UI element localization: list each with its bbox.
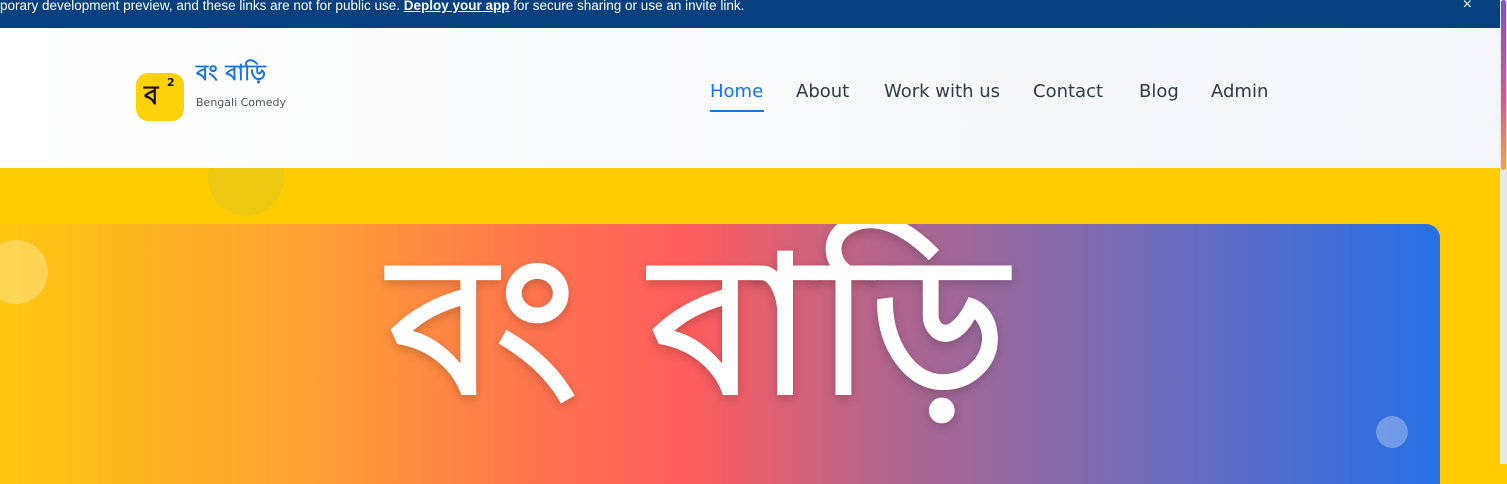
scrollbar-thumb[interactable] [1501, 0, 1506, 170]
decor-circle-right [1376, 416, 1408, 448]
deploy-app-link[interactable]: Deploy your app [404, 0, 510, 13]
nav-about[interactable]: About [796, 81, 849, 102]
main-nav: Home About Work with us Contact Blog Adm… [0, 81, 1500, 111]
banner-text-before: porary development preview, and these li… [0, 0, 404, 13]
banner-message: porary development preview, and these li… [0, 0, 744, 12]
page-scrollbar[interactable] [1500, 0, 1507, 464]
nav-work-with-us[interactable]: Work with us [884, 81, 1000, 102]
hero-title: বং বাড়ি [389, 224, 1011, 437]
nav-home[interactable]: Home [710, 81, 763, 102]
nav-active-indicator [710, 110, 764, 112]
nav-contact[interactable]: Contact [1033, 81, 1103, 102]
banner-text-after: for secure sharing or use an invite link… [509, 0, 745, 13]
hero-banner: বং বাড়ি [0, 224, 1440, 484]
preview-banner: porary development preview, and these li… [0, 0, 1500, 28]
close-icon[interactable]: × [1463, 0, 1472, 13]
nav-admin[interactable]: Admin [1211, 81, 1268, 102]
nav-blog[interactable]: Blog [1139, 81, 1179, 102]
site-header: ব 2 বং বাড়ি Bengali Comedy Home About W… [0, 28, 1500, 168]
